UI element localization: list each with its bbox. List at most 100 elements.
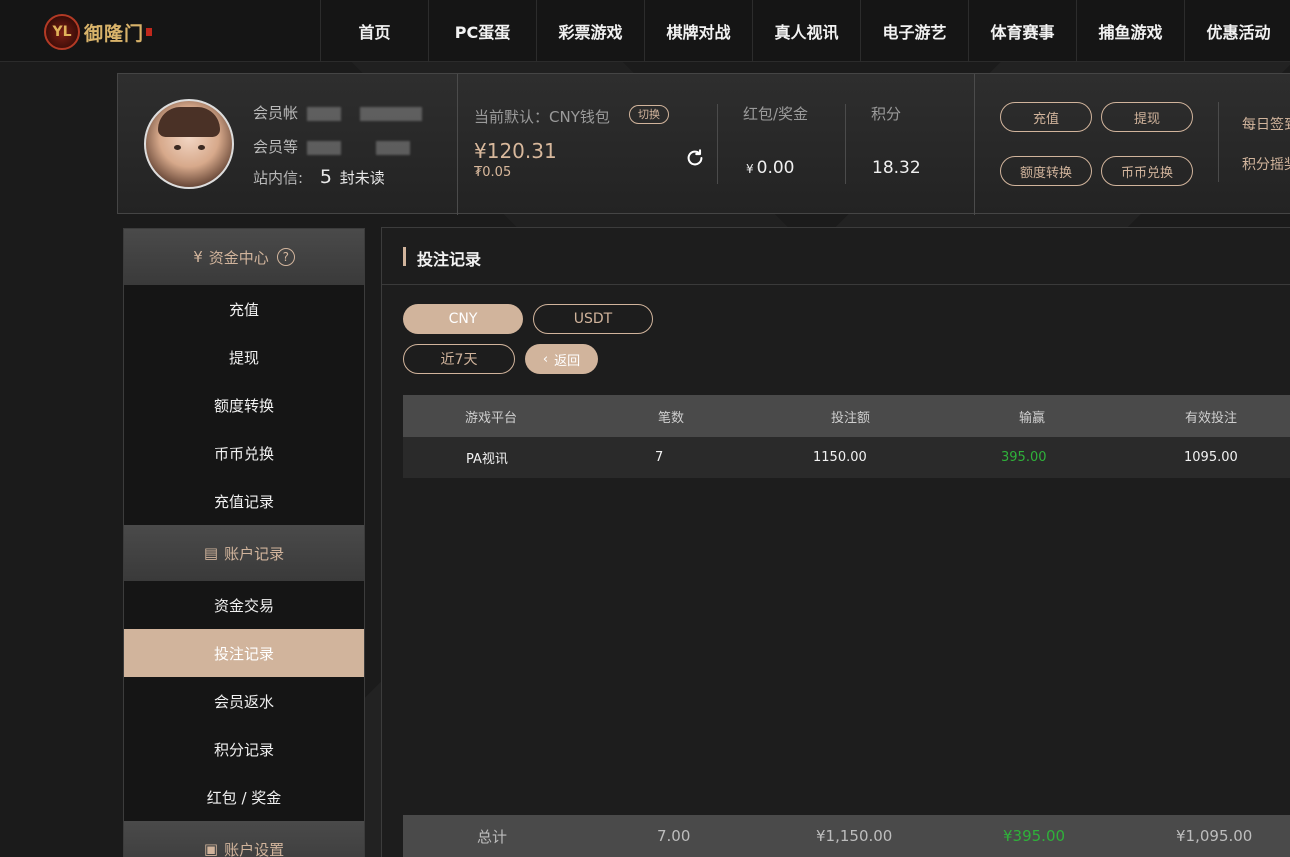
- default-wallet-label: 当前默认：CNY钱包: [474, 108, 610, 126]
- level-label: 会员等: [253, 138, 299, 156]
- chevron-left-icon: ‹: [542, 351, 549, 367]
- section-title: 账户设置: [224, 840, 285, 857]
- period-select[interactable]: 近7天: [403, 344, 515, 374]
- section-title: 账户记录: [224, 544, 285, 563]
- bonus-label: 红包/奖金: [743, 105, 809, 123]
- message-label: 站内信:: [253, 169, 304, 187]
- wallet-usdt-balance: ₮0.05: [474, 165, 512, 180]
- sidebar: ¥ 资金中心 ? 充值 提现 额度转换 币币兑换 充值记录 ▤ 账户记录 资金交…: [123, 228, 365, 857]
- divider: [717, 104, 718, 184]
- main-panel: 投注记录 CNY USDT 近7天 ‹ 返回 游戏平台 笔数 投注额 输赢 有效…: [381, 227, 1290, 857]
- divider: [457, 74, 458, 215]
- points-label: 积分: [871, 105, 902, 123]
- cell-bet: 1150.00: [813, 450, 867, 465]
- yuan-coin-icon: ¥: [193, 248, 203, 266]
- user-info-panel: 会员帐 会员等 站内信: 5 封未读 当前默认：CNY钱包 切换 ¥120.31…: [117, 73, 1290, 215]
- tab-cny[interactable]: CNY: [403, 304, 523, 334]
- sidebar-item-bet-records[interactable]: 投注记录: [124, 629, 364, 677]
- sidebar-section-account-settings[interactable]: ▣ 账户设置: [124, 821, 364, 857]
- bonus-amount: 0.00: [756, 158, 795, 178]
- section-title: 资金中心: [208, 248, 269, 267]
- title-accent-bar: [403, 247, 406, 266]
- deposit-button[interactable]: 充值: [1000, 102, 1092, 132]
- sidebar-item-deposit-history[interactable]: 充值记录: [124, 477, 364, 525]
- document-icon: ▤: [203, 544, 219, 562]
- daily-sign-link[interactable]: 每日签到: [1242, 114, 1290, 134]
- avatar[interactable]: [144, 99, 234, 189]
- top-nav: YL 御隆门 首页 PC蛋蛋 彩票游戏 棋牌对战 真人视讯 电子游艺 体育赛事 …: [0, 0, 1290, 62]
- column-count: 笔数: [658, 410, 685, 426]
- nav-item-lottery[interactable]: 彩票游戏: [536, 0, 644, 62]
- column-platform: 游戏平台: [465, 410, 518, 426]
- account-redacted-2: [359, 106, 422, 121]
- nav-menu: 首页 PC蛋蛋 彩票游戏 棋牌对战 真人视讯 电子游艺 体育赛事 捕鱼游戏 优惠…: [320, 0, 1290, 62]
- level-row: 会员等: [253, 136, 410, 157]
- divider: [1218, 102, 1219, 182]
- sidebar-item-transactions[interactable]: 资金交易: [124, 581, 364, 629]
- level-redacted: [306, 140, 341, 155]
- sidebar-item-points-records[interactable]: 积分记录: [124, 725, 364, 773]
- nav-item-sports[interactable]: 体育赛事: [968, 0, 1076, 62]
- back-button[interactable]: ‹ 返回: [525, 344, 598, 374]
- sidebar-item-deposit[interactable]: 充值: [124, 285, 364, 333]
- bonus-currency: ¥: [746, 162, 754, 176]
- wallet-balance: ¥120.31: [474, 139, 557, 163]
- cell-winloss: 395.00: [1001, 450, 1047, 465]
- divider: [845, 104, 846, 184]
- sidebar-item-rebate[interactable]: 会员返水: [124, 677, 364, 725]
- level-redacted-2: [375, 140, 410, 155]
- column-bet: 投注额: [831, 410, 871, 426]
- table-header: 游戏平台 笔数 投注额 输赢 有效投注: [403, 395, 1290, 437]
- withdraw-button[interactable]: 提现: [1101, 102, 1193, 132]
- refresh-icon[interactable]: [684, 147, 706, 169]
- nav-item-pc-egg[interactable]: PC蛋蛋: [428, 0, 536, 62]
- sidebar-section-account-records[interactable]: ▤ 账户记录: [124, 525, 364, 581]
- sidebar-item-bonus[interactable]: 红包 / 奖金: [124, 773, 364, 821]
- cell-valid-bet: 1095.00: [1184, 450, 1238, 465]
- footer-bet: ¥1,150.00: [816, 827, 893, 845]
- logo-seal-icon: [146, 28, 153, 36]
- footer-valid-bet: ¥1,095.00: [1176, 827, 1253, 845]
- brand-logo[interactable]: YL 御隆门: [44, 12, 153, 52]
- footer-count: 7.00: [657, 827, 691, 845]
- account-redacted: [306, 106, 341, 121]
- points-lottery-link[interactable]: 积分摇奖: [1242, 154, 1290, 174]
- logo-emblem-icon: YL: [44, 14, 80, 50]
- message-row[interactable]: 站内信: 5 封未读: [253, 166, 385, 188]
- logo-text: 御隆门: [84, 22, 145, 45]
- nav-item-live-casino[interactable]: 真人视讯: [752, 0, 860, 62]
- column-valid-bet: 有效投注: [1185, 410, 1238, 426]
- switch-wallet-button[interactable]: 切换: [629, 105, 669, 124]
- cell-count: 7: [655, 450, 664, 465]
- sidebar-item-transfer[interactable]: 额度转换: [124, 381, 364, 429]
- nav-item-fishing[interactable]: 捕鱼游戏: [1076, 0, 1184, 62]
- footer-winloss: ¥395.00: [1003, 827, 1066, 845]
- id-card-icon: ▣: [203, 840, 219, 857]
- back-label: 返回: [554, 353, 581, 369]
- help-icon[interactable]: ?: [276, 248, 295, 266]
- cell-platform: PA视讯: [466, 452, 508, 467]
- message-count: 5: [319, 166, 332, 188]
- message-unread-text: 封未读: [339, 169, 385, 187]
- sidebar-section-fund-center[interactable]: ¥ 资金中心 ?: [124, 229, 364, 285]
- sidebar-item-coin-exchange[interactable]: 币币兑换: [124, 429, 364, 477]
- coin-exchange-button[interactable]: 币币兑换: [1101, 156, 1193, 186]
- column-winloss: 输赢: [1019, 410, 1046, 426]
- table-footer: 总计 7.00 ¥1,150.00 ¥395.00 ¥1,095.00: [403, 815, 1290, 857]
- main-title-bar: 投注记录: [382, 228, 1290, 285]
- account-row: 会员帐: [253, 102, 422, 123]
- footer-label: 总计: [477, 827, 508, 846]
- account-label: 会员帐: [253, 104, 299, 122]
- table-row[interactable]: PA视讯 7 1150.00 395.00 1095.00: [403, 437, 1290, 478]
- tab-usdt[interactable]: USDT: [533, 304, 653, 334]
- transfer-button[interactable]: 额度转换: [1000, 156, 1092, 186]
- sidebar-item-withdraw[interactable]: 提现: [124, 333, 364, 381]
- divider: [974, 74, 975, 215]
- page-title: 投注记录: [417, 250, 482, 269]
- points-value: 18.32: [872, 158, 921, 178]
- nav-item-card-games[interactable]: 棋牌对战: [644, 0, 752, 62]
- nav-item-promotions[interactable]: 优惠活动: [1184, 0, 1290, 62]
- nav-item-slots[interactable]: 电子游艺: [860, 0, 968, 62]
- bonus-value: ¥0.00: [746, 158, 795, 178]
- nav-item-home[interactable]: 首页: [320, 0, 428, 62]
